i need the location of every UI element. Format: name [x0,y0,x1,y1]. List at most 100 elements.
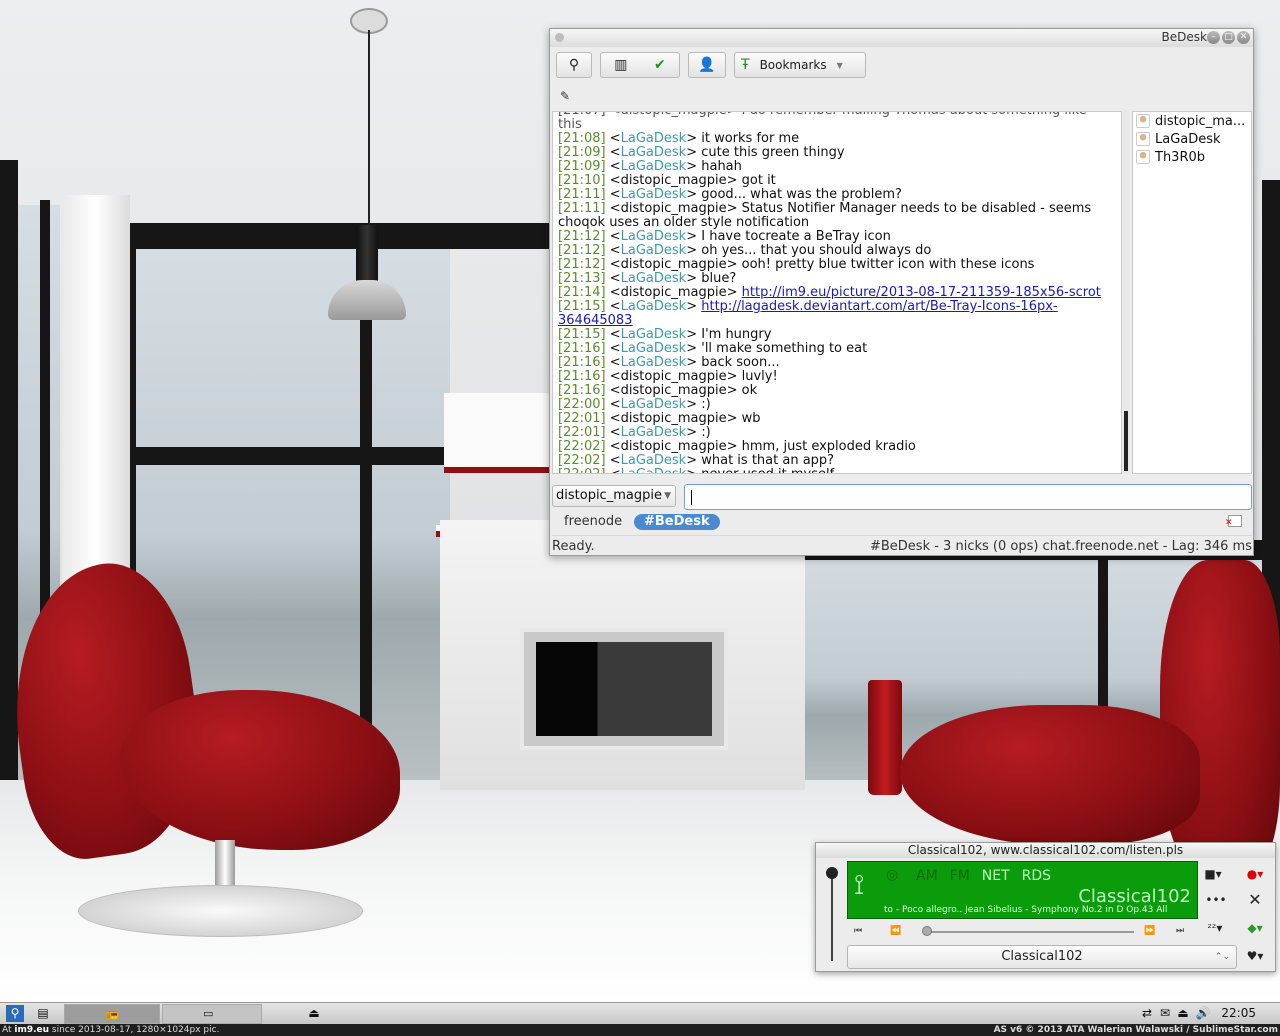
message-timestamp: [22:00] [558,397,606,412]
message-nick[interactable]: distopic_magpie [621,411,727,426]
message-nick[interactable]: LaGaDesk [621,299,687,314]
transfer-buttons[interactable]: ▥ ✔ [600,52,680,78]
scrollbar-thumb[interactable] [1124,411,1128,471]
message-text: never used it myself [697,467,834,474]
message-nick[interactable]: distopic_magpie [621,439,727,454]
message-nick[interactable]: LaGaDesk [621,159,687,174]
clock[interactable]: 22:05 [1221,1006,1256,1020]
message-text: wb [737,411,761,426]
tray-icon-1[interactable]: ⇄ [1138,1005,1156,1022]
chat-message: [21:09] <LaGaDesk> hahah [558,159,742,174]
message-timestamp: [21:09] [558,159,606,174]
message-link[interactable]: http://im9.eu/picture/2013-08-17-211359-… [742,285,1101,300]
chat-message: [22:01] <LaGaDesk> :) [558,425,711,440]
message-text: it works for me [697,131,800,146]
chat-titlebar[interactable]: BeDesk – □ ✕ [550,29,1253,47]
message-nick[interactable]: LaGaDesk [621,243,687,258]
message-timestamp: [21:16] [558,355,606,370]
plugin-icon[interactable]: ◆▾ [1242,917,1268,939]
message-text: blue? [697,271,737,286]
message-nick[interactable]: LaGaDesk [621,453,687,468]
search-button[interactable]: ⚲ [556,52,592,78]
message-timestamp: [22:02] [558,453,606,468]
message-text: hmm, just exploded kradio [737,439,916,454]
message-timestamp: [21:08] [558,131,606,146]
volume-icon[interactable]: 🔊 [1194,1005,1212,1022]
nick-list-item[interactable]: Th3R0b [1133,148,1251,166]
tray-icon-3[interactable]: ⏏ [1174,1005,1192,1022]
message-text: :) [697,425,711,440]
tray-icon-2[interactable]: ✉ [1156,1005,1174,1022]
message-nick[interactable]: LaGaDesk [621,187,687,202]
message-timestamp: [21:16] [558,383,606,398]
window-menu-icon[interactable] [555,33,564,42]
message-nick[interactable]: LaGaDesk [621,145,687,160]
nick-list-item[interactable]: LaGaDesk [1133,130,1251,148]
chat-message: [21:08] <LaGaDesk> it works for me [558,131,800,146]
text-caret [691,490,692,505]
user-avatar-icon [1136,132,1150,146]
pencil-icon[interactable]: ✎ [560,89,570,103]
message-nick[interactable]: LaGaDesk [621,229,687,244]
seek-forward-icon[interactable]: ⏩ [1144,926,1155,936]
seek-row: ⏮ ⏪ ⏩ ⏭ [854,926,1194,938]
record-button[interactable]: ●▾ [1242,863,1268,885]
minimize-icon[interactable]: – [1207,31,1220,44]
message-nick[interactable]: LaGaDesk [621,327,687,342]
message-nick[interactable]: LaGaDesk [621,425,687,440]
volume-slider[interactable] [831,873,833,961]
seek-back-icon[interactable]: ⏪ [890,926,901,936]
launcher-icon[interactable]: ⚲ [6,1005,24,1022]
user-avatar-icon [1136,150,1150,164]
maximize-icon[interactable]: □ [1222,31,1235,44]
close-icon[interactable]: ✕ [1237,31,1250,44]
prev-station-icon[interactable]: ⏮ [854,926,862,936]
status-bar: Ready. #BeDesk - 3 nicks (0 ops) chat.fr… [552,535,1252,555]
status-info: #BeDesk - 3 nicks (0 ops) chat.freenode.… [869,539,1252,554]
message-nick[interactable]: LaGaDesk [621,397,687,412]
chat-message: [21:11] <distopic_magpie> Status Notifie… [558,201,1096,230]
message-nick[interactable]: distopic_magpie [621,285,727,300]
task-terminal[interactable]: ▭ [162,1004,262,1024]
close-icon[interactable]: ✕ [1242,889,1268,911]
stop-button[interactable]: ■▾ [1200,863,1226,885]
tab-freenode[interactable]: freenode [564,514,622,529]
task-radio[interactable]: 📻 [64,1004,160,1024]
chat-log[interactable]: [21:07] <distopic_magpie> I do remember … [552,111,1122,474]
message-nick[interactable]: distopic_magpie [621,201,727,216]
message-nick[interactable]: LaGaDesk [621,131,687,146]
message-nick[interactable]: distopic_magpie [621,369,727,384]
bookmarks-button[interactable]: Ŧ Bookmarks ▼ [734,52,866,78]
search-icon: ⚲ [568,57,580,73]
message-text: got it [737,173,776,188]
window-frame [0,160,18,800]
antenna-icon: ⟟ [854,868,865,901]
seek-slider[interactable] [924,931,1134,933]
message-nick[interactable]: LaGaDesk [621,467,687,474]
message-input[interactable] [684,484,1252,510]
next-station-icon[interactable]: ⏭ [1176,926,1184,936]
message-nick[interactable]: LaGaDesk [621,341,687,356]
radio-player: Classical102, www.classical102.com/liste… [815,842,1276,972]
volume-knob[interactable] [826,867,838,879]
close-tab-icon[interactable] [1225,515,1242,528]
nick-list-item[interactable]: distopic_ma... [1133,112,1251,130]
tray-radio-icon[interactable]: ⏏ [305,1005,323,1022]
show-desktop-icon[interactable]: ▤ [34,1005,52,1022]
favorite-icon[interactable]: ♥▾ [1242,945,1268,967]
message-nick[interactable]: LaGaDesk [621,271,687,286]
message-text: oh yes... that you should always do [697,243,932,258]
more-icon[interactable]: ••• [1203,889,1229,911]
message-nick[interactable]: LaGaDesk [621,355,687,370]
chat-scrollbar[interactable] [1123,111,1129,474]
sleep-icon[interactable]: ᶻᶻ▾ [1202,917,1228,939]
message-nick[interactable]: distopic_magpie [621,383,727,398]
user-button[interactable]: 👤 [688,52,726,78]
message-nick[interactable]: distopic_magpie [621,173,727,188]
station-select[interactable]: Classical102 ⌃⌄ [847,945,1237,969]
message-nick[interactable]: distopic_magpie [621,257,727,272]
seek-knob[interactable] [922,926,932,936]
nick-select[interactable]: distopic_magpie ▼ [552,485,676,507]
message-text: 'll make something to eat [697,341,868,356]
tab-bedesk[interactable]: #BeDesk [634,514,720,530]
